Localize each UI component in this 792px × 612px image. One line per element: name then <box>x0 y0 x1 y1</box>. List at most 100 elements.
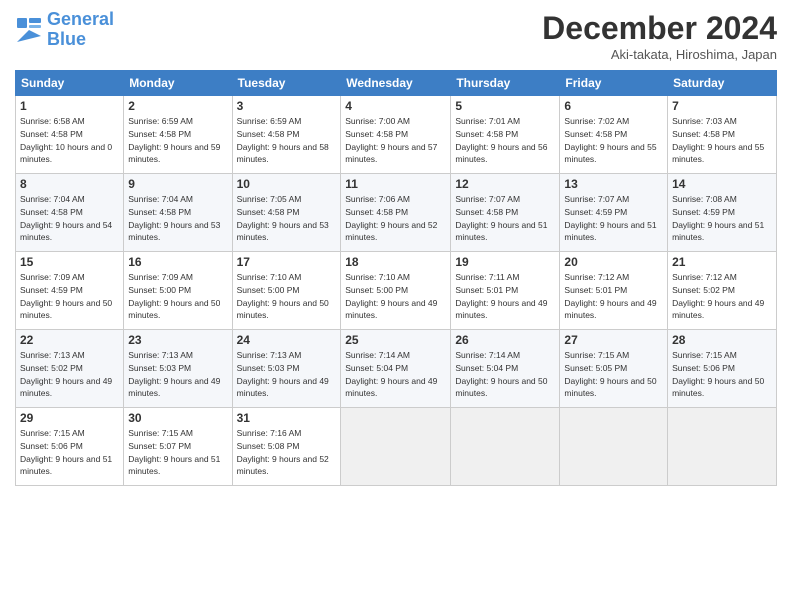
day-number: 11 <box>345 177 446 191</box>
day-info: Sunrise: 7:13 AMSunset: 5:03 PMDaylight:… <box>128 350 220 398</box>
day-number: 17 <box>237 255 337 269</box>
day-info: Sunrise: 6:59 AMSunset: 4:58 PMDaylight:… <box>237 116 329 164</box>
table-row: 14 Sunrise: 7:08 AMSunset: 4:59 PMDaylig… <box>668 174 777 252</box>
table-row: 11 Sunrise: 7:06 AMSunset: 4:58 PMDaylig… <box>341 174 451 252</box>
day-info: Sunrise: 7:10 AMSunset: 5:00 PMDaylight:… <box>237 272 329 320</box>
table-row: 4 Sunrise: 7:00 AMSunset: 4:58 PMDayligh… <box>341 96 451 174</box>
table-row: 31 Sunrise: 7:16 AMSunset: 5:08 PMDaylig… <box>232 408 341 486</box>
day-info: Sunrise: 6:58 AMSunset: 4:58 PMDaylight:… <box>20 116 112 164</box>
day-info: Sunrise: 7:01 AMSunset: 4:58 PMDaylight:… <box>455 116 547 164</box>
day-info: Sunrise: 7:14 AMSunset: 5:04 PMDaylight:… <box>455 350 547 398</box>
day-number: 28 <box>672 333 772 347</box>
table-row: 29 Sunrise: 7:15 AMSunset: 5:06 PMDaylig… <box>16 408 124 486</box>
col-tuesday: Tuesday <box>232 71 341 96</box>
day-info: Sunrise: 7:09 AMSunset: 4:59 PMDaylight:… <box>20 272 112 320</box>
day-info: Sunrise: 7:12 AMSunset: 5:01 PMDaylight:… <box>564 272 656 320</box>
table-row: 1 Sunrise: 6:58 AMSunset: 4:58 PMDayligh… <box>16 96 124 174</box>
day-number: 29 <box>20 411 119 425</box>
logo-line1: General <box>47 9 114 29</box>
day-info: Sunrise: 7:15 AMSunset: 5:06 PMDaylight:… <box>672 350 764 398</box>
table-row: 20 Sunrise: 7:12 AMSunset: 5:01 PMDaylig… <box>560 252 668 330</box>
table-row: 13 Sunrise: 7:07 AMSunset: 4:59 PMDaylig… <box>560 174 668 252</box>
day-number: 12 <box>455 177 555 191</box>
logo-icon <box>15 16 43 44</box>
day-info: Sunrise: 7:13 AMSunset: 5:03 PMDaylight:… <box>237 350 329 398</box>
day-info: Sunrise: 7:10 AMSunset: 5:00 PMDaylight:… <box>345 272 437 320</box>
day-info: Sunrise: 7:07 AMSunset: 4:59 PMDaylight:… <box>564 194 656 242</box>
day-number: 5 <box>455 99 555 113</box>
day-number: 3 <box>237 99 337 113</box>
col-saturday: Saturday <box>668 71 777 96</box>
table-row <box>341 408 451 486</box>
table-row: 15 Sunrise: 7:09 AMSunset: 4:59 PMDaylig… <box>16 252 124 330</box>
day-info: Sunrise: 7:14 AMSunset: 5:04 PMDaylight:… <box>345 350 437 398</box>
table-row: 3 Sunrise: 6:59 AMSunset: 4:58 PMDayligh… <box>232 96 341 174</box>
day-number: 31 <box>237 411 337 425</box>
day-number: 22 <box>20 333 119 347</box>
table-row: 7 Sunrise: 7:03 AMSunset: 4:58 PMDayligh… <box>668 96 777 174</box>
day-number: 4 <box>345 99 446 113</box>
table-row: 10 Sunrise: 7:05 AMSunset: 4:58 PMDaylig… <box>232 174 341 252</box>
table-row: 21 Sunrise: 7:12 AMSunset: 5:02 PMDaylig… <box>668 252 777 330</box>
table-row: 9 Sunrise: 7:04 AMSunset: 4:58 PMDayligh… <box>124 174 232 252</box>
day-info: Sunrise: 7:13 AMSunset: 5:02 PMDaylight:… <box>20 350 112 398</box>
table-row: 24 Sunrise: 7:13 AMSunset: 5:03 PMDaylig… <box>232 330 341 408</box>
day-number: 8 <box>20 177 119 191</box>
day-number: 15 <box>20 255 119 269</box>
table-row: 2 Sunrise: 6:59 AMSunset: 4:58 PMDayligh… <box>124 96 232 174</box>
day-info: Sunrise: 7:11 AMSunset: 5:01 PMDaylight:… <box>455 272 547 320</box>
day-info: Sunrise: 7:07 AMSunset: 4:58 PMDaylight:… <box>455 194 547 242</box>
table-row: 5 Sunrise: 7:01 AMSunset: 4:58 PMDayligh… <box>451 96 560 174</box>
day-info: Sunrise: 7:09 AMSunset: 5:00 PMDaylight:… <box>128 272 220 320</box>
day-number: 23 <box>128 333 227 347</box>
table-row: 30 Sunrise: 7:15 AMSunset: 5:07 PMDaylig… <box>124 408 232 486</box>
day-number: 27 <box>564 333 663 347</box>
day-number: 19 <box>455 255 555 269</box>
title-block: December 2024 Aki-takata, Hiroshima, Jap… <box>542 10 777 62</box>
day-number: 24 <box>237 333 337 347</box>
logo-line2: Blue <box>47 29 86 49</box>
day-info: Sunrise: 7:06 AMSunset: 4:58 PMDaylight:… <box>345 194 437 242</box>
table-row: 16 Sunrise: 7:09 AMSunset: 5:00 PMDaylig… <box>124 252 232 330</box>
day-number: 25 <box>345 333 446 347</box>
day-info: Sunrise: 7:08 AMSunset: 4:59 PMDaylight:… <box>672 194 764 242</box>
calendar-row: 29 Sunrise: 7:15 AMSunset: 5:06 PMDaylig… <box>16 408 777 486</box>
table-row: 28 Sunrise: 7:15 AMSunset: 5:06 PMDaylig… <box>668 330 777 408</box>
day-info: Sunrise: 7:05 AMSunset: 4:58 PMDaylight:… <box>237 194 329 242</box>
day-number: 18 <box>345 255 446 269</box>
table-row: 25 Sunrise: 7:14 AMSunset: 5:04 PMDaylig… <box>341 330 451 408</box>
day-info: Sunrise: 6:59 AMSunset: 4:58 PMDaylight:… <box>128 116 220 164</box>
table-row <box>668 408 777 486</box>
calendar-row: 8 Sunrise: 7:04 AMSunset: 4:58 PMDayligh… <box>16 174 777 252</box>
month-title: December 2024 <box>542 10 777 47</box>
calendar-table: Sunday Monday Tuesday Wednesday Thursday… <box>15 70 777 486</box>
calendar-row: 1 Sunrise: 6:58 AMSunset: 4:58 PMDayligh… <box>16 96 777 174</box>
day-number: 26 <box>455 333 555 347</box>
day-number: 6 <box>564 99 663 113</box>
logo: General Blue <box>15 10 114 50</box>
day-info: Sunrise: 7:03 AMSunset: 4:58 PMDaylight:… <box>672 116 764 164</box>
day-number: 13 <box>564 177 663 191</box>
col-thursday: Thursday <box>451 71 560 96</box>
day-info: Sunrise: 7:02 AMSunset: 4:58 PMDaylight:… <box>564 116 656 164</box>
logo-text: General Blue <box>47 10 114 50</box>
header-row: Sunday Monday Tuesday Wednesday Thursday… <box>16 71 777 96</box>
day-number: 10 <box>237 177 337 191</box>
table-row: 26 Sunrise: 7:14 AMSunset: 5:04 PMDaylig… <box>451 330 560 408</box>
col-sunday: Sunday <box>16 71 124 96</box>
day-number: 2 <box>128 99 227 113</box>
day-info: Sunrise: 7:00 AMSunset: 4:58 PMDaylight:… <box>345 116 437 164</box>
table-row: 18 Sunrise: 7:10 AMSunset: 5:00 PMDaylig… <box>341 252 451 330</box>
day-info: Sunrise: 7:15 AMSunset: 5:06 PMDaylight:… <box>20 428 112 476</box>
table-row: 19 Sunrise: 7:11 AMSunset: 5:01 PMDaylig… <box>451 252 560 330</box>
calendar-row: 22 Sunrise: 7:13 AMSunset: 5:02 PMDaylig… <box>16 330 777 408</box>
col-monday: Monday <box>124 71 232 96</box>
table-row: 23 Sunrise: 7:13 AMSunset: 5:03 PMDaylig… <box>124 330 232 408</box>
table-row: 27 Sunrise: 7:15 AMSunset: 5:05 PMDaylig… <box>560 330 668 408</box>
day-number: 30 <box>128 411 227 425</box>
day-number: 1 <box>20 99 119 113</box>
day-number: 7 <box>672 99 772 113</box>
day-number: 14 <box>672 177 772 191</box>
table-row: 12 Sunrise: 7:07 AMSunset: 4:58 PMDaylig… <box>451 174 560 252</box>
table-row: 6 Sunrise: 7:02 AMSunset: 4:58 PMDayligh… <box>560 96 668 174</box>
